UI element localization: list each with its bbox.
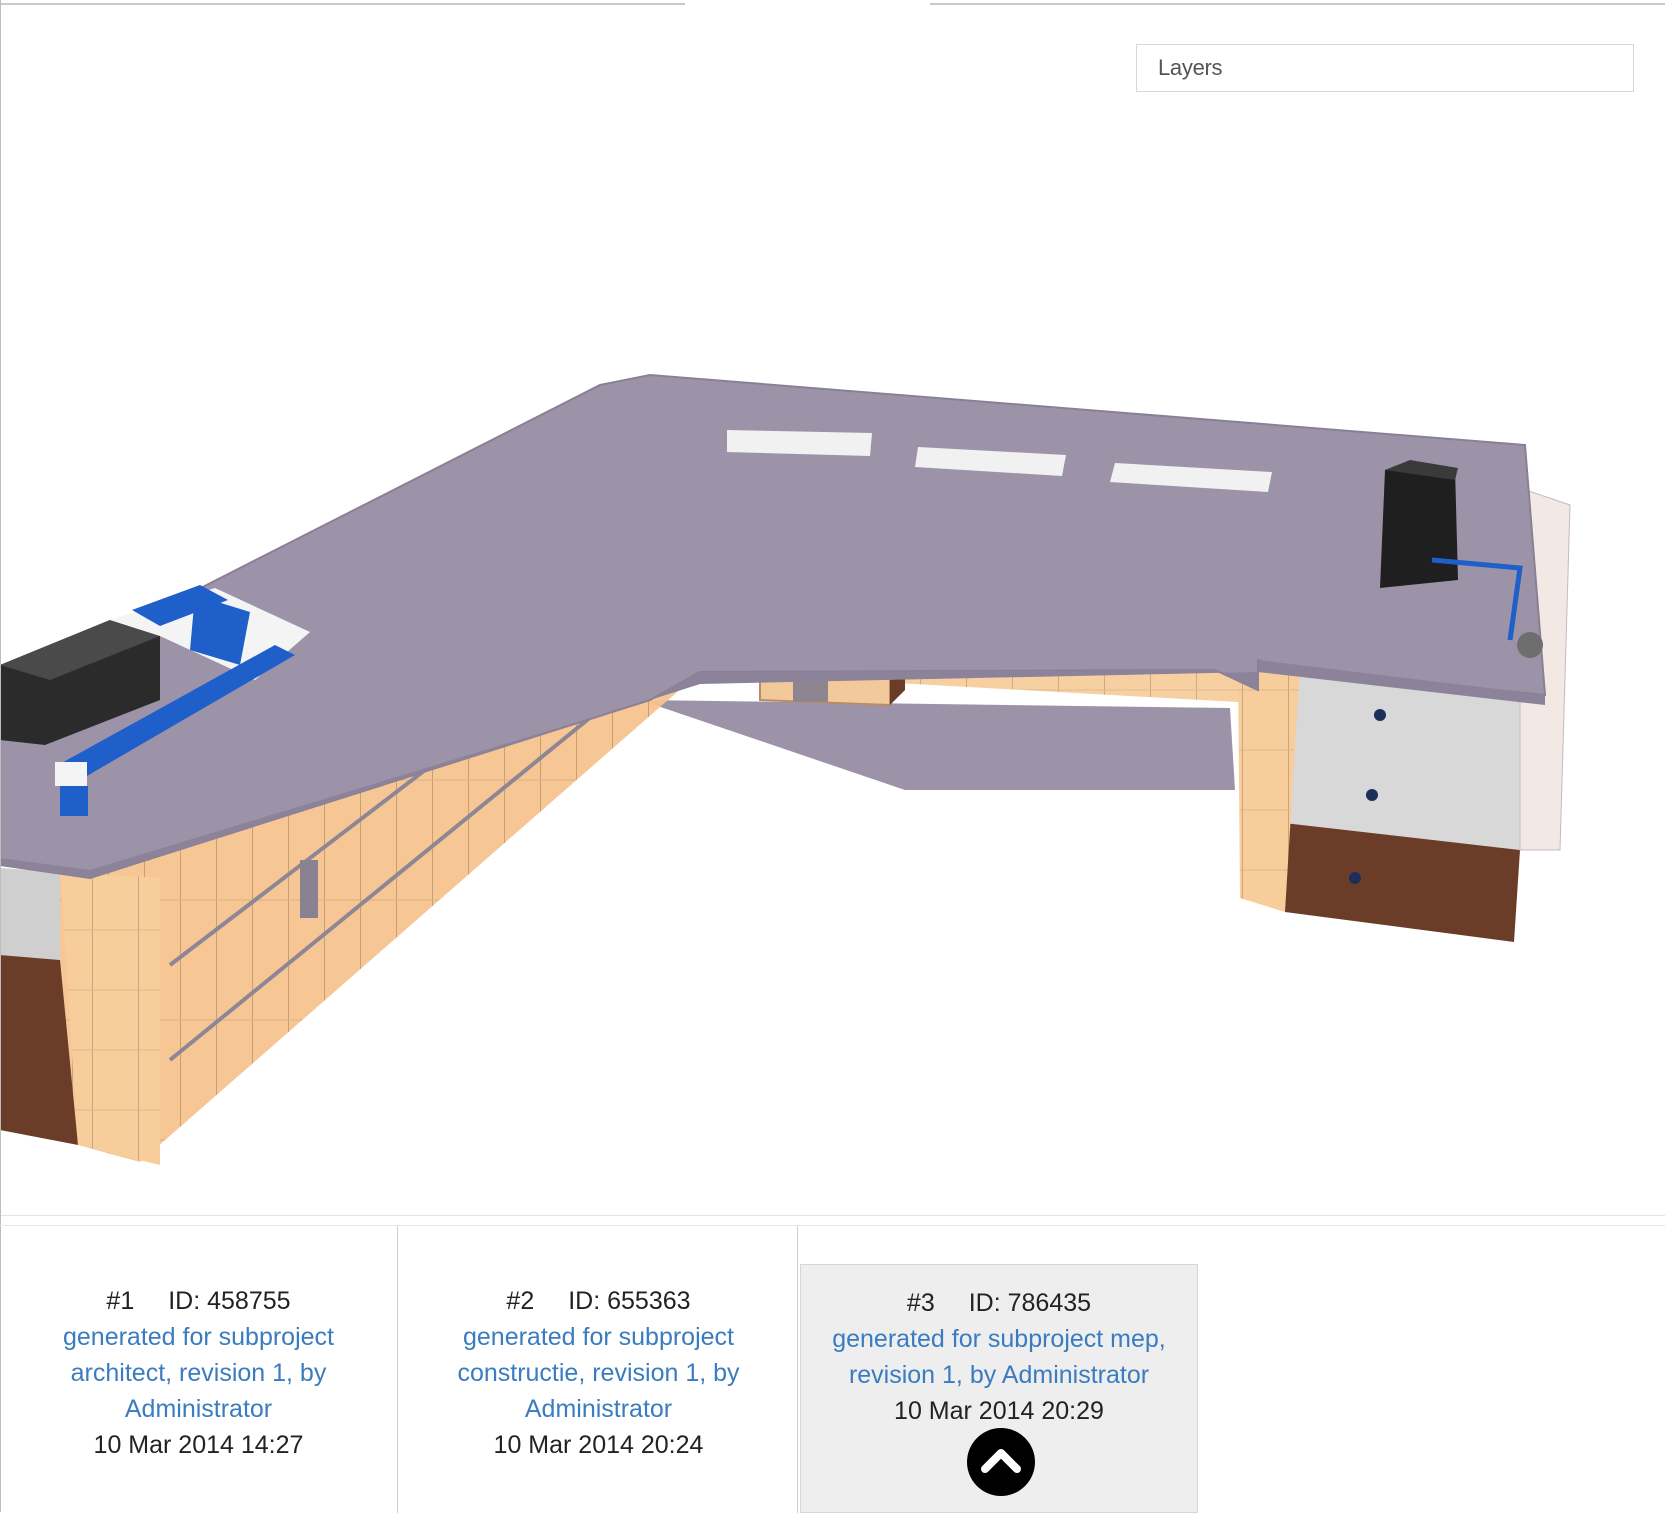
duct-riser [60, 786, 88, 816]
building-model [0, 373, 1571, 1165]
revision-id: ID: 458755 [168, 1287, 291, 1315]
revision-number: #2 [506, 1287, 535, 1315]
revision-comment-link[interactable]: generated for subproject constructie, re… [400, 1319, 797, 1427]
revision-card[interactable]: #1 ID: 458755 generated for subproject ar… [0, 1226, 398, 1513]
revision-header: #3 ID: 786435 [801, 1285, 1197, 1321]
duct-cap [55, 762, 87, 786]
scroll-to-top-button[interactable] [967, 1428, 1035, 1496]
ground-slab [640, 700, 1235, 790]
revision-comment-link[interactable]: generated for subproject architect, revi… [0, 1319, 397, 1427]
rooftop-vent [1517, 632, 1543, 658]
chevron-up-icon [981, 1449, 1021, 1473]
skylight [727, 430, 872, 456]
revision-date: 10 Mar 2014 14:27 [93, 1431, 304, 1459]
revision-date: 10 Mar 2014 20:29 [894, 1397, 1104, 1425]
revision-date: 10 Mar 2014 20:24 [493, 1431, 704, 1459]
revision-comment-link[interactable]: generated for subproject mep, revision 1… [801, 1321, 1197, 1393]
revision-id: ID: 786435 [968, 1289, 1092, 1317]
revision-card[interactable]: #2 ID: 655363 generated for subproject co… [400, 1226, 798, 1513]
fixture [1349, 872, 1361, 884]
revision-number: #1 [106, 1287, 135, 1315]
revision-header: #2 ID: 655363 [400, 1283, 797, 1319]
door [300, 860, 318, 918]
fixture [1374, 709, 1386, 721]
fixture [1366, 789, 1378, 801]
revision-id: ID: 655363 [568, 1287, 691, 1315]
3d-model-viewer[interactable]: Layers [0, 0, 1665, 1216]
end-wall [0, 868, 60, 960]
layers-dropdown[interactable]: Layers [1136, 44, 1634, 92]
rooftop-unit [1380, 468, 1458, 588]
revision-number: #3 [906, 1289, 935, 1317]
revision-list: #1 ID: 458755 generated for subproject ar… [0, 1225, 1665, 1513]
revision-header: #1 ID: 458755 [0, 1283, 397, 1319]
